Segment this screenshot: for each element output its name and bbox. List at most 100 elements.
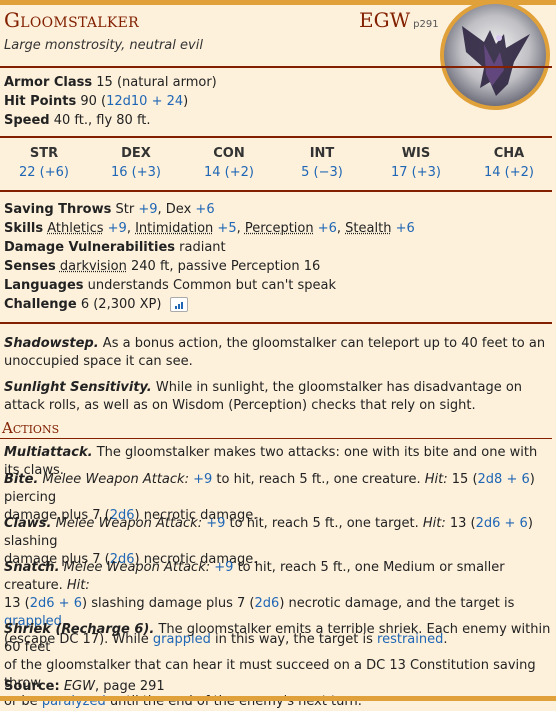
monster-token-image[interactable] [440,0,550,110]
attack-roll[interactable]: +9 [214,560,233,575]
skills-label: Skills [4,221,44,236]
languages-row: Languages understands Common but can't s… [4,277,336,295]
ability-con[interactable]: CON 14 (+2) [189,146,269,180]
action-text: 13 ( [449,516,476,531]
divider [0,66,552,68]
ability-wis[interactable]: WIS 17 (+3) [376,146,456,180]
divider [0,136,552,138]
ability-label: CON [213,146,245,161]
hit-label: Hit: [422,516,446,531]
action-text: to hit, reach 5 ft., one target. [229,516,419,531]
skill-perception-link[interactable]: Perception [245,221,314,236]
action-text: ) necrotic damage, and the target is [279,596,515,611]
damage-roll[interactable]: 2d6 [255,596,280,611]
source-page: p291 [413,19,439,30]
ability-label: WIS [401,146,431,161]
vulnerabilities-row: Damage Vulnerabilities radiant [4,239,226,257]
source-row: Source: EGW, page 291 [4,678,165,696]
saving-throws-label: Saving Throws [4,202,112,217]
senses-row: Senses darkvision 240 ft, passive Percep… [4,258,320,276]
hit-label: Hit: [66,578,90,593]
action-text: 13 ( [4,596,30,611]
armor-class-row: Armor Class 15 (natural armor) [4,74,217,92]
challenge-label: Challenge [4,297,77,312]
skill-stealth-link[interactable]: Stealth [345,221,391,236]
ability-value[interactable]: 14 (+2) [469,165,549,180]
hit-points-value: 90 [80,94,97,109]
saving-throws-row: Saving Throws Str +9, Dex +6 [4,201,215,219]
ability-label: DEX [121,146,151,161]
hit-label: Hit: [424,472,448,487]
ability-dex[interactable]: DEX 16 (+3) [96,146,176,180]
speed-label: Speed [4,113,50,128]
challenge-row: Challenge 6 (2,300 XP) [4,296,188,314]
skill-athletics-link[interactable]: Athletics [47,221,103,236]
damage-roll[interactable]: 2d6 + 6 [30,596,82,611]
speed-row: Speed 40 ft., fly 80 ft. [4,112,151,130]
skill-intimidation-roll[interactable]: +5 [217,221,236,236]
trait-shadowstep: Shadowstep. As a bonus action, the gloom… [4,335,552,371]
save-str-label: Str [115,202,135,217]
gloomstalker-art-icon [462,26,530,96]
action-name: Multiattack. [4,445,93,460]
skill-athletics-roll[interactable]: +9 [108,221,127,236]
skills-row: Skills Athletics +9, Intimidation +5, Pe… [4,221,415,236]
languages-label: Languages [4,278,84,293]
ability-value[interactable]: 22 (+6) [4,165,84,180]
skill-perception-roll[interactable]: +6 [318,221,337,236]
challenge-value: 6 (2,300 XP) [80,297,162,312]
save-dex-roll[interactable]: +6 [195,202,214,217]
vulnerabilities-value: radiant [179,240,226,255]
ability-str[interactable]: STR 22 (+6) [4,146,84,180]
hit-points-label: Hit Points [4,94,77,109]
attack-roll[interactable]: +9 [206,516,225,531]
statblock: Gloomstalker EGW p291 Large monstrosity, … [0,0,556,709]
attack-roll[interactable]: +9 [193,472,212,487]
hit-points-row: Hit Points 90 (12d10 + 24) [4,94,189,109]
actions-header: Actions [2,419,60,437]
ability-cha[interactable]: CHA 14 (+2) [469,146,549,180]
hit-dice-roll[interactable]: 12d10 + 24 [106,94,183,109]
ability-int[interactable]: INT 5 (−3) [282,146,362,180]
bottom-border [0,696,556,701]
ability-label: STR [29,146,59,161]
attack-type: Melee Weapon Attack: [55,516,203,531]
action-name: Snatch. [4,560,60,575]
action-name: Claws. [4,516,52,531]
action-text: 15 ( [451,472,478,487]
trait-name: Sunlight Sensitivity. [4,380,152,395]
skill-intimidation-link[interactable]: Intimidation [135,221,213,236]
ability-value[interactable]: 5 (−3) [282,165,362,180]
armor-class-value: 15 (natural armor) [96,75,217,90]
source-page-text: , page 291 [94,679,165,694]
action-name: Shriek (Recharge 6). [4,622,155,637]
senses-label: Senses [4,259,56,274]
save-dex-label: , Dex [157,202,192,217]
action-name: Bite. [4,472,39,487]
darkvision-link[interactable]: darkvision [60,259,127,274]
action-text: to hit, reach 5 ft., one creature. [216,472,421,487]
source-book: EGW [63,679,95,694]
ability-label: CHA [493,146,525,161]
ability-value[interactable]: 17 (+3) [376,165,456,180]
damage-roll[interactable]: 2d6 + 6 [476,516,528,531]
save-str-roll[interactable]: +9 [138,202,157,217]
languages-value: understands Common but can't speak [87,278,337,293]
action-text: ) slashing damage plus 7 ( [81,596,255,611]
divider [0,322,552,324]
ability-label: INT [309,146,335,161]
ability-value[interactable]: 16 (+3) [96,165,176,180]
encounter-difficulty-icon[interactable] [169,297,188,312]
damage-roll[interactable]: 2d8 + 6 [478,472,530,487]
armor-class-label: Armor Class [4,75,93,90]
vulnerabilities-label: Damage Vulnerabilities [4,240,175,255]
skill-stealth-roll[interactable]: +6 [396,221,415,236]
divider [0,190,552,192]
source-label: Source: [4,679,60,694]
trait-name: Shadowstep. [4,336,99,351]
source-tag[interactable]: EGW p291 [359,8,439,37]
source-abbr[interactable]: EGW [359,8,410,32]
ability-value[interactable]: 14 (+2) [189,165,269,180]
attack-type: Melee Weapon Attack: [63,560,211,575]
trait-sunlight-sensitivity: Sunlight Sensitivity. While in sunlight,… [4,379,552,415]
